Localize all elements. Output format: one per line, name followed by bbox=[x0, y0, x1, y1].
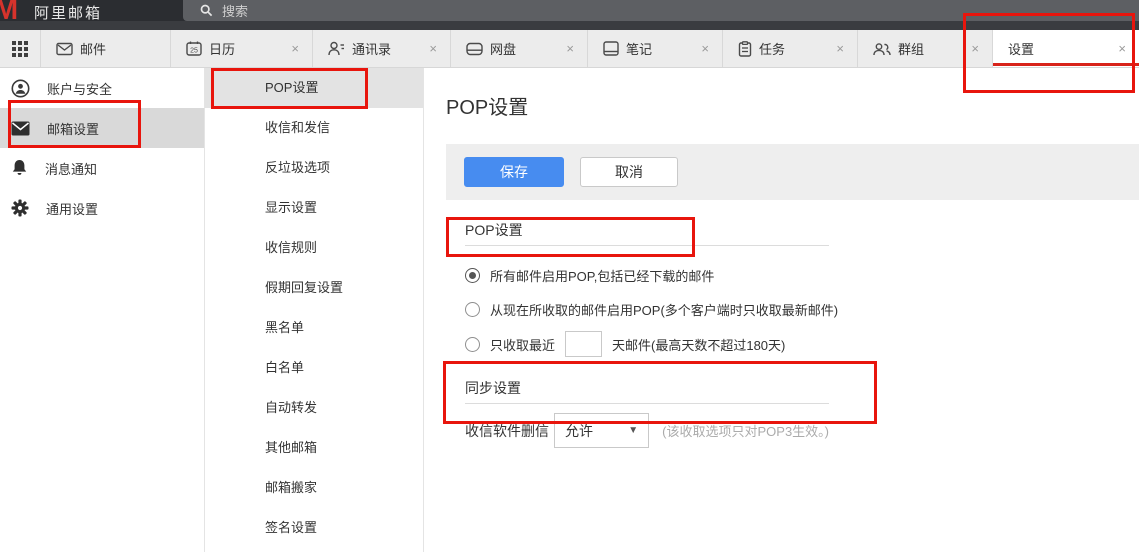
nav-item-whitelist[interactable]: 白名单 bbox=[205, 348, 423, 388]
nav-item-send-receive[interactable]: 收信和发信 bbox=[205, 108, 423, 148]
nav-item-mailbox-move[interactable]: 邮箱搬家 bbox=[205, 468, 423, 508]
sync-section-heading: 同步设置 bbox=[465, 378, 829, 404]
account-icon bbox=[11, 79, 30, 98]
pop-section-heading: POP设置 bbox=[465, 220, 829, 246]
tab-mail[interactable]: 邮件 bbox=[40, 30, 170, 67]
mail-settings-nav: POP设置 收信和发信 反垃圾选项 显示设置 收信规则 假期回复设置 黑名单 白… bbox=[205, 68, 424, 552]
pop-settings-section: POP设置 所有邮件启用POP,包括已经下载的邮件 从现在所收取的邮件启用POP… bbox=[465, 220, 829, 360]
tasks-icon bbox=[738, 41, 752, 57]
tab-drive[interactable]: 网盘 × bbox=[450, 30, 587, 67]
main-content: POP设置 保存 取消 POP设置 所有邮件启用POP,包括已经下载的邮件 从现… bbox=[424, 68, 1139, 552]
settings-sidebar: 账户与安全 邮箱设置 消息通知 通用设置 bbox=[0, 68, 205, 552]
delete-on-client-row: 收信软件删信 允许 ▼ (该收取选项只对POP3生效。) bbox=[465, 413, 829, 448]
close-icon[interactable]: × bbox=[968, 41, 982, 56]
chevron-down-icon: ▼ bbox=[628, 425, 638, 436]
grid-icon bbox=[12, 41, 28, 57]
option-label: 从现在所收取的邮件启用POP(多个客户端时只收取最新邮件) bbox=[490, 300, 838, 319]
tab-notes[interactable]: 笔记 × bbox=[587, 30, 722, 67]
contacts-icon bbox=[328, 41, 345, 56]
brand-logo-icon: M bbox=[0, 0, 16, 27]
topbar: M 阿里邮箱 搜索 bbox=[0, 0, 1139, 30]
field-label: 收信软件删信 bbox=[465, 421, 549, 441]
nav-item-auto-forward[interactable]: 自动转发 bbox=[205, 388, 423, 428]
tab-calendar[interactable]: 25 日历 × bbox=[170, 30, 312, 67]
search-icon bbox=[200, 4, 213, 17]
tab-groups[interactable]: 群组 × bbox=[857, 30, 992, 67]
tab-label: 网盘 bbox=[490, 39, 516, 58]
action-toolbar: 保存 取消 bbox=[446, 144, 1139, 200]
tab-label: 邮件 bbox=[80, 39, 106, 58]
close-icon[interactable]: × bbox=[698, 41, 712, 56]
sidebar-item-label: 通用设置 bbox=[46, 199, 98, 218]
option-label: 所有邮件启用POP,包括已经下载的邮件 bbox=[490, 266, 714, 285]
radio-icon[interactable] bbox=[465, 337, 480, 352]
tab-label: 笔记 bbox=[626, 39, 652, 58]
nav-item-mail-rules[interactable]: 收信规则 bbox=[205, 228, 423, 268]
pop-option-recent-days[interactable]: 只收取最近 天邮件(最高天数不超过180天) bbox=[465, 328, 829, 360]
tab-label: 通讯录 bbox=[352, 39, 391, 58]
notes-icon bbox=[603, 41, 619, 56]
close-icon[interactable]: × bbox=[288, 41, 302, 56]
nav-item-antispam[interactable]: 反垃圾选项 bbox=[205, 148, 423, 188]
option-label-after: 天邮件(最高天数不超过180天) bbox=[612, 335, 785, 354]
sidebar-item-notifications[interactable]: 消息通知 bbox=[0, 148, 204, 188]
sidebar-item-mailbox-settings[interactable]: 邮箱设置 bbox=[0, 108, 204, 148]
days-input[interactable] bbox=[565, 331, 602, 357]
tab-label: 任务 bbox=[759, 39, 785, 58]
sidebar-item-label: 消息通知 bbox=[45, 159, 97, 178]
brand-title: 阿里邮箱 bbox=[34, 2, 102, 23]
tab-label: 群组 bbox=[898, 39, 924, 58]
nav-item-blacklist[interactable]: 黑名单 bbox=[205, 308, 423, 348]
app-body: 账户与安全 邮箱设置 消息通知 通用设置 bbox=[0, 68, 1139, 552]
topbar-strip bbox=[0, 21, 1139, 30]
pop-option-from-now[interactable]: 从现在所收取的邮件启用POP(多个客户端时只收取最新邮件) bbox=[465, 294, 829, 324]
bell-icon bbox=[11, 159, 28, 177]
drive-icon bbox=[466, 42, 483, 56]
mailbox-icon bbox=[11, 121, 30, 136]
nav-item-signature[interactable]: 签名设置 bbox=[205, 508, 423, 548]
dropdown-value: 允许 bbox=[565, 421, 593, 441]
close-icon[interactable]: × bbox=[1115, 41, 1129, 56]
search-placeholder: 搜索 bbox=[222, 1, 248, 20]
radio-icon[interactable] bbox=[465, 302, 480, 317]
tabbar: 邮件 25 日历 × 通讯录 × 网盘 × 笔 bbox=[0, 30, 1139, 68]
nav-item-pop-settings[interactable]: POP设置 bbox=[205, 68, 423, 108]
delete-on-client-dropdown[interactable]: 允许 ▼ bbox=[554, 413, 649, 448]
sidebar-item-label: 账户与安全 bbox=[47, 79, 112, 98]
close-icon[interactable]: × bbox=[563, 41, 577, 56]
nav-item-vacation-reply[interactable]: 假期回复设置 bbox=[205, 268, 423, 308]
groups-icon bbox=[873, 42, 891, 56]
sidebar-item-label: 邮箱设置 bbox=[47, 119, 99, 138]
tab-settings[interactable]: 设置 × bbox=[992, 30, 1139, 67]
cancel-button[interactable]: 取消 bbox=[580, 157, 678, 187]
sidebar-item-account-security[interactable]: 账户与安全 bbox=[0, 68, 204, 108]
sidebar-item-general-settings[interactable]: 通用设置 bbox=[0, 188, 204, 228]
app-launcher-button[interactable] bbox=[0, 30, 40, 67]
search-input[interactable]: 搜索 bbox=[183, 0, 1139, 21]
tab-label: 日历 bbox=[209, 39, 235, 58]
app-window: M 阿里邮箱 搜索 邮件 25 日历 × bbox=[0, 0, 1139, 552]
tab-contacts[interactable]: 通讯录 × bbox=[312, 30, 450, 67]
radio-checked-icon[interactable] bbox=[465, 268, 480, 283]
page-title: POP设置 bbox=[446, 91, 1139, 120]
save-button[interactable]: 保存 bbox=[464, 157, 564, 187]
gear-icon bbox=[11, 199, 29, 217]
close-icon[interactable]: × bbox=[426, 41, 440, 56]
close-icon[interactable]: × bbox=[833, 41, 847, 56]
mail-icon bbox=[56, 42, 73, 56]
pop3-hint-text: (该收取选项只对POP3生效。) bbox=[662, 421, 829, 440]
nav-item-other-mailbox[interactable]: 其他邮箱 bbox=[205, 428, 423, 468]
tab-tasks[interactable]: 任务 × bbox=[722, 30, 857, 67]
nav-item-display[interactable]: 显示设置 bbox=[205, 188, 423, 228]
tab-label: 设置 bbox=[1008, 39, 1034, 58]
svg-text:25: 25 bbox=[190, 48, 198, 55]
pop-option-all-mail[interactable]: 所有邮件启用POP,包括已经下载的邮件 bbox=[465, 260, 829, 290]
option-label-before: 只收取最近 bbox=[490, 335, 555, 354]
calendar-icon: 25 bbox=[186, 41, 202, 56]
sync-settings-section: 同步设置 收信软件删信 允许 ▼ (该收取选项只对POP3生效。) bbox=[465, 378, 829, 448]
